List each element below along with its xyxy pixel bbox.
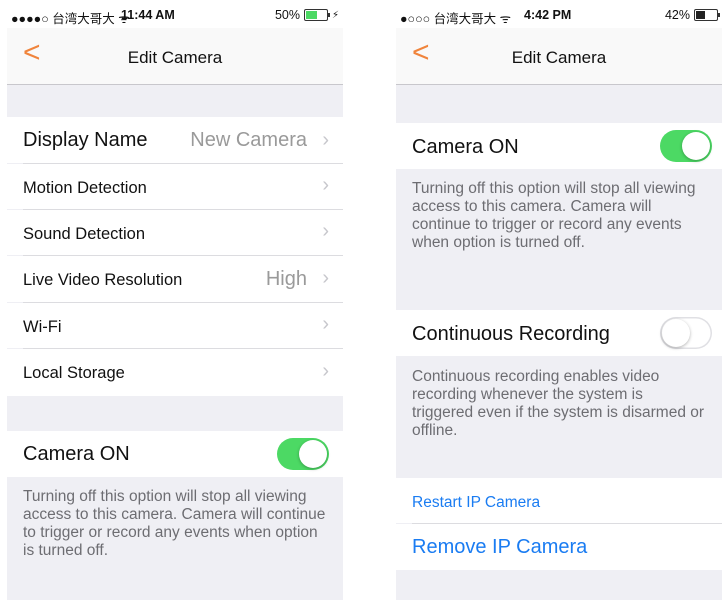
- chevron-right-icon: ›: [322, 220, 329, 242]
- camera-on-label: Camera ON: [412, 136, 519, 158]
- display-name-value: New Camera: [190, 129, 307, 151]
- battery-percent: 42%: [664, 8, 690, 22]
- sound-detection-row[interactable]: Sound Detection ›: [7, 210, 343, 255]
- toggle-knob: [299, 440, 327, 468]
- page-title: Edit Camera: [127, 48, 223, 67]
- battery-status: 50% ⚡: [275, 8, 339, 22]
- local-storage-row[interactable]: Local Storage ›: [7, 349, 343, 396]
- live-video-resolution-value: High: [265, 268, 307, 290]
- nav-bar: < Edit Camera: [396, 28, 722, 85]
- nav-bar: < Edit Camera: [7, 28, 343, 85]
- status-time: 4:42 PM: [524, 8, 572, 22]
- status-bar: ●○○○ 台湾大哥大 ᯤ 4:42 PM 42%: [396, 0, 722, 28]
- live-video-resolution-label: Live Video Resolution: [23, 271, 183, 289]
- camera-on-description: Turning off this option will stop all vi…: [23, 488, 326, 559]
- carrier-signal: ●●●●○ 台湾大哥大 ᯤ: [11, 12, 130, 26]
- chevron-right-icon: ›: [322, 174, 329, 196]
- right-screen: ●○○○ 台湾大哥大 ᯤ 4:42 PM 42% < Edit Camera C…: [396, 0, 722, 600]
- toggle-knob: [662, 319, 690, 347]
- status-bar: ●●●●○ 台湾大哥大 ᯤ 11:44 AM 50% ⚡: [7, 0, 343, 28]
- sound-detection-label: Sound Detection: [23, 225, 146, 243]
- battery-status: 42%: [664, 8, 720, 22]
- chevron-right-icon: ›: [322, 360, 329, 382]
- continuous-recording-label: Continuous Recording: [412, 323, 610, 345]
- live-video-resolution-row[interactable]: Live Video Resolution High ›: [7, 256, 343, 302]
- chevron-right-icon: ›: [322, 129, 329, 151]
- camera-on-label: Camera ON: [23, 443, 130, 465]
- toggle-knob: [682, 132, 710, 160]
- camera-on-row: Camera ON: [396, 123, 722, 169]
- motion-detection-row[interactable]: Motion Detection ›: [7, 164, 343, 209]
- remove-camera-link[interactable]: Remove IP Camera: [412, 536, 587, 559]
- charging-icon: ⚡: [331, 9, 339, 21]
- remove-camera-row[interactable]: Remove IP Camera: [396, 524, 722, 570]
- camera-on-toggle[interactable]: [660, 130, 712, 162]
- restart-camera-link[interactable]: Restart IP Camera: [412, 494, 540, 512]
- left-screen: ●●●●○ 台湾大哥大 ᯤ 11:44 AM 50% ⚡ < Edit Came…: [7, 0, 343, 600]
- battery-icon: [694, 9, 720, 21]
- camera-on-row: Camera ON: [7, 431, 343, 477]
- camera-on-toggle[interactable]: [277, 438, 329, 470]
- display-name-row[interactable]: Display Name New Camera ›: [7, 117, 343, 163]
- local-storage-label: Local Storage: [23, 364, 125, 382]
- carrier-signal: ●○○○ 台湾大哥大 ᯤ: [400, 12, 512, 26]
- continuous-recording-toggle[interactable]: [660, 317, 712, 349]
- wifi-row[interactable]: Wi-Fi ›: [7, 303, 343, 348]
- battery-percent: 50%: [274, 8, 300, 22]
- display-name-label: Display Name: [23, 129, 148, 151]
- camera-on-description: Turning off this option will stop all vi…: [412, 180, 696, 251]
- continuous-recording-row: Continuous Recording: [396, 310, 722, 356]
- page-title: Edit Camera: [511, 48, 607, 67]
- status-time: 11:44 AM: [121, 8, 175, 22]
- chevron-right-icon: ›: [322, 267, 329, 289]
- battery-icon: [303, 9, 330, 21]
- restart-camera-row[interactable]: Restart IP Camera: [396, 478, 722, 523]
- wifi-label: Wi-Fi: [23, 318, 62, 336]
- continuous-recording-description: Continuous recording enables video recor…: [412, 368, 705, 439]
- chevron-right-icon: ›: [322, 313, 329, 335]
- motion-detection-label: Motion Detection: [23, 179, 147, 197]
